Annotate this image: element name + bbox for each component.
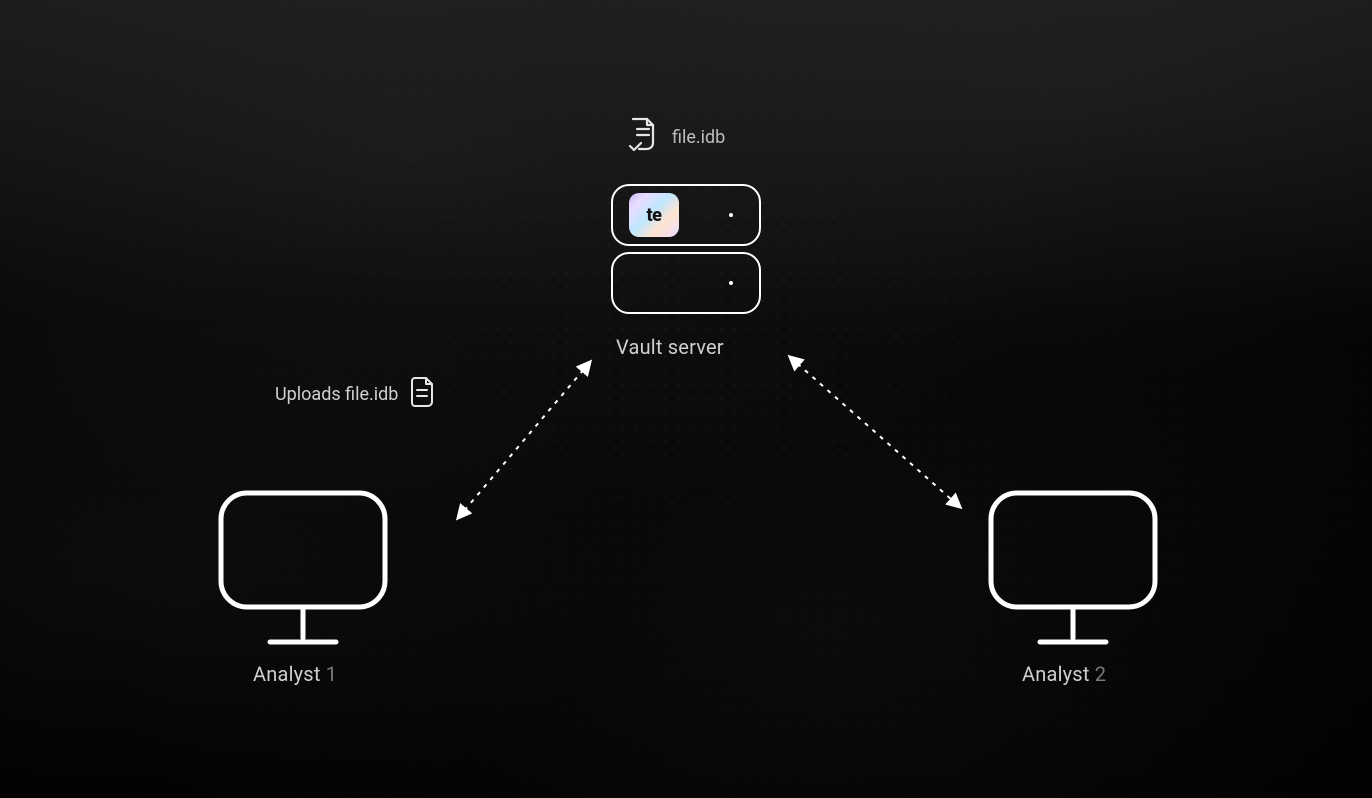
analyst-1-num: 1 xyxy=(326,662,337,686)
analyst-2-num: 2 xyxy=(1095,662,1106,686)
monitor-analyst-2 xyxy=(988,490,1158,654)
analyst-1-label: Analyst 1 xyxy=(253,662,337,686)
monitor-analyst-1 xyxy=(218,490,388,654)
analyst-2-label: Analyst 2 xyxy=(1022,662,1106,686)
arrow-right xyxy=(0,0,1372,798)
diagram-stage: file.idb te Vault server Uploads file.id… xyxy=(0,0,1372,798)
analyst-2-prefix: Analyst xyxy=(1022,662,1095,686)
analyst-1-prefix: Analyst xyxy=(253,662,326,686)
